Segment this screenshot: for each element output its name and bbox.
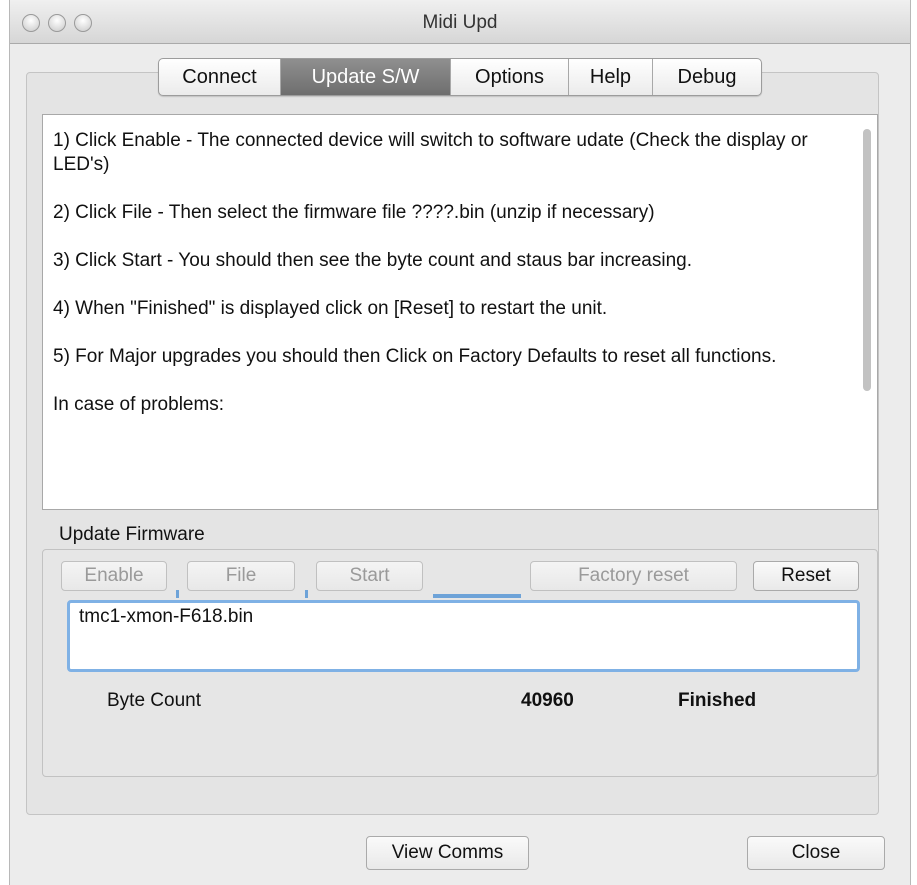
instruction-paragraph: In case of problems: [53,394,225,415]
filename-field[interactable]: tmc1-xmon-F618.bin [67,600,860,672]
title-bar: Midi Upd [10,0,910,44]
tab-options[interactable]: Options [451,59,569,95]
view-comms-button[interactable]: View Comms [366,836,529,870]
progress-indicator [433,594,521,598]
update-firmware-label: Update Firmware [59,524,205,545]
window-title: Midi Upd [422,12,498,33]
factory-reset-button[interactable]: Factory reset [530,561,737,591]
start-button[interactable]: Start [316,561,423,591]
focus-marker [305,590,308,598]
reset-button[interactable]: Reset [753,561,859,591]
tab-connect[interactable]: Connect [159,59,281,95]
instruction-paragraph: 2) Click File - Then select the firmware… [53,202,655,223]
instruction-paragraph: 3) Click Start - You should then see the… [53,250,692,271]
byte-count-label: Byte Count [107,690,201,711]
instructions-textarea[interactable]: 1) Click Enable - The connected device w… [42,114,878,510]
vertical-scrollbar[interactable] [861,121,873,503]
close-button[interactable]: Close [747,836,885,870]
instruction-paragraph: 5) For Major upgrades you should then Cl… [53,346,777,367]
instruction-paragraph: 1) Click Enable - The connected device w… [53,130,808,175]
byte-count-value: 40960 [521,690,574,711]
instructions-content: 1) Click Enable - The connected device w… [53,129,843,441]
file-button[interactable]: File [187,561,295,591]
scrollbar-thumb[interactable] [863,129,871,391]
tab-update-sw[interactable]: Update S/W [281,59,451,95]
tab-help[interactable]: Help [569,59,653,95]
instruction-paragraph: 4) When "Finished" is displayed click on… [53,298,608,319]
tab-bar: Connect Update S/W Options Help Debug [158,58,762,96]
status-text: Finished [678,690,757,711]
focus-marker [176,590,179,598]
enable-button[interactable]: Enable [61,561,167,591]
tab-debug[interactable]: Debug [653,59,761,95]
filename-text: tmc1-xmon-F618.bin [79,606,254,627]
